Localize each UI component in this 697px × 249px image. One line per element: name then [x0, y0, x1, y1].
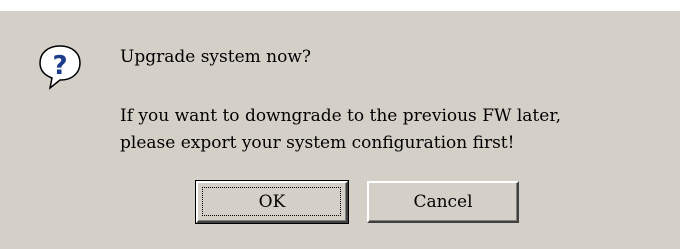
question-icon: ? — [36, 43, 84, 91]
svg-text:?: ? — [52, 51, 67, 81]
ok-button[interactable]: OK — [195, 180, 349, 224]
cancel-button-label: Cancel — [413, 192, 473, 212]
dialog-message-line-1: If you want to downgrade to the previous… — [120, 106, 561, 126]
confirm-dialog: ? Upgrade system now? If you want to dow… — [0, 11, 680, 249]
dialog-message-line-2: please export your system configuration … — [120, 133, 515, 153]
cancel-button[interactable]: Cancel — [367, 181, 519, 223]
dialog-question: Upgrade system now? — [120, 47, 312, 67]
ok-button-label: OK — [258, 192, 286, 212]
